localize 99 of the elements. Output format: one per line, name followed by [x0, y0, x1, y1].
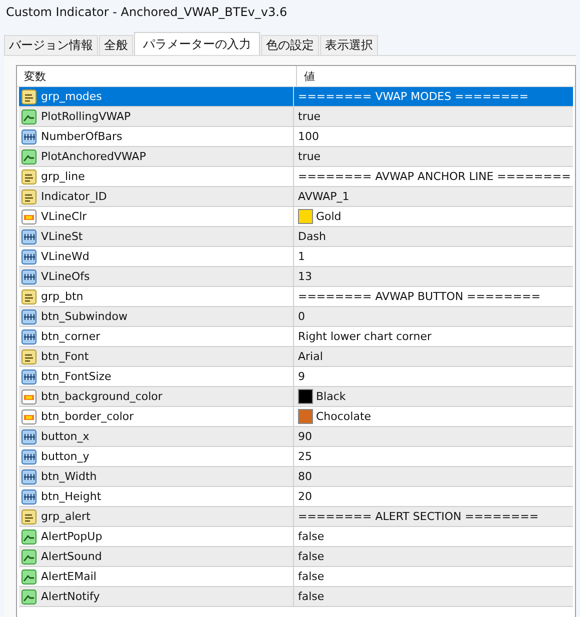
number-type-icon: [21, 368, 37, 384]
parameter-row[interactable]: Indicator_ID AVWAP_1: [19, 187, 573, 207]
text-type-icon: [21, 88, 37, 104]
parameter-name: grp_btn: [41, 290, 84, 303]
parameter-name: AlertSound: [41, 550, 102, 563]
number-type-icon: [21, 268, 37, 284]
parameter-row[interactable]: btn_Subwindow 0: [19, 307, 573, 327]
boolean-type-icon: [21, 148, 37, 164]
parameter-value: Dash: [298, 230, 326, 243]
text-type-icon: [21, 348, 37, 364]
parameter-value: false: [298, 570, 324, 583]
parameter-value: 0: [298, 310, 305, 323]
parameter-row[interactable]: AlertSound false: [19, 547, 573, 567]
color-type-icon: [21, 388, 37, 404]
parameter-row[interactable]: PlotAnchoredVWAP true: [19, 147, 573, 167]
parameter-row[interactable]: PlotRollingVWAP true: [19, 107, 573, 127]
parameter-name: btn_corner: [41, 330, 100, 343]
boolean-type-icon: [21, 548, 37, 564]
parameter-name: btn_Font: [41, 350, 89, 363]
parameter-row[interactable]: btn_Width 80: [19, 467, 573, 487]
boolean-type-icon: [21, 528, 37, 544]
parameter-row[interactable]: grp_modes ======== VWAP MODES ========: [19, 87, 573, 107]
number-type-icon: [21, 488, 37, 504]
parameter-value: 1: [298, 250, 305, 263]
parameter-name: btn_FontSize: [41, 370, 112, 383]
parameter-name: btn_background_color: [41, 390, 162, 403]
number-type-icon: [21, 248, 37, 264]
color-type-icon: [21, 208, 37, 224]
parameter-value: 20: [298, 490, 312, 503]
text-type-icon: [21, 288, 37, 304]
parameter-name: VLineClr: [41, 210, 87, 223]
text-type-icon: [21, 188, 37, 204]
boolean-type-icon: [21, 108, 37, 124]
parameter-value: 13: [298, 270, 312, 283]
text-type-icon: [21, 508, 37, 524]
parameter-name: NumberOfBars: [41, 130, 122, 143]
number-type-icon: [21, 428, 37, 444]
parameter-value: ======== AVWAP ANCHOR LINE ========: [298, 170, 571, 183]
parameter-value: ======== ALERT SECTION ========: [298, 510, 539, 523]
number-type-icon: [21, 468, 37, 484]
tab[interactable]: パラメーターの入力: [134, 32, 260, 55]
parameter-row[interactable]: button_x 90: [19, 427, 573, 447]
parameter-name: VLineWd: [41, 250, 90, 263]
tab[interactable]: 色の設定: [261, 35, 319, 55]
number-type-icon: [21, 228, 37, 244]
parameter-value: true: [298, 110, 321, 123]
boolean-type-icon: [21, 568, 37, 584]
parameter-value: false: [298, 530, 324, 543]
parameter-value: AVWAP_1: [298, 190, 350, 203]
parameter-value: false: [298, 550, 324, 563]
parameter-name: grp_line: [41, 170, 85, 183]
parameter-name: AlertPopUp: [41, 530, 102, 543]
color-type-icon: [21, 408, 37, 424]
parameter-name: PlotAnchoredVWAP: [41, 150, 146, 163]
parameter-name: btn_Width: [41, 470, 97, 483]
parameter-name: btn_border_color: [41, 410, 134, 423]
parameter-name: VLineOfs: [41, 270, 90, 283]
parameter-name: AlertEMail: [41, 570, 96, 583]
tab[interactable]: バージョン情報: [4, 35, 98, 55]
parameter-value: Arial: [298, 350, 323, 363]
parameter-row[interactable]: btn_Font Arial: [19, 347, 573, 367]
parameter-row[interactable]: AlertNotify false: [19, 587, 573, 607]
parameter-row[interactable]: btn_background_color Black: [19, 387, 573, 407]
parameter-name: PlotRollingVWAP: [41, 110, 131, 123]
parameter-row[interactable]: VLineSt Dash: [19, 227, 573, 247]
parameter-value: Chocolate: [316, 410, 372, 423]
parameter-value: Gold: [316, 210, 342, 223]
parameter-row[interactable]: grp_alert ======== ALERT SECTION ========: [19, 507, 573, 527]
parameter-value: 9: [298, 370, 305, 383]
parameter-name: grp_alert: [41, 510, 90, 523]
parameter-name: VLineSt: [41, 230, 83, 243]
parameter-value: ======== VWAP MODES ========: [298, 90, 528, 103]
number-type-icon: [21, 128, 37, 144]
column-header[interactable]: 変数: [17, 66, 297, 86]
number-type-icon: [21, 328, 37, 344]
parameter-name: grp_modes: [41, 90, 102, 103]
text-type-icon: [21, 168, 37, 184]
parameter-value: 90: [298, 430, 312, 443]
tab[interactable]: 表示選択: [320, 35, 378, 55]
parameter-name: AlertNotify: [41, 590, 100, 603]
boolean-type-icon: [21, 588, 37, 604]
parameter-value: 100: [298, 130, 319, 143]
parameter-value: 25: [298, 450, 312, 463]
parameter-name: button_y: [41, 450, 90, 463]
parameter-name: btn_Height: [41, 490, 102, 503]
number-type-icon: [21, 448, 37, 464]
parameter-name: button_x: [41, 430, 90, 443]
parameter-name: btn_Subwindow: [41, 310, 128, 323]
parameter-row[interactable]: VLineOfs 13: [19, 267, 573, 287]
number-type-icon: [21, 308, 37, 324]
parameter-value: 80: [298, 470, 312, 483]
parameter-value: Black: [316, 390, 346, 403]
parameter-value: false: [298, 590, 324, 603]
parameter-value: ======== AVWAP BUTTON ========: [298, 290, 540, 303]
tab[interactable]: 全般: [99, 35, 133, 55]
column-header[interactable]: 値: [297, 66, 575, 86]
parameter-value: Right lower chart corner: [298, 330, 432, 343]
parameter-name: Indicator_ID: [41, 190, 107, 203]
parameter-value: true: [298, 150, 321, 163]
